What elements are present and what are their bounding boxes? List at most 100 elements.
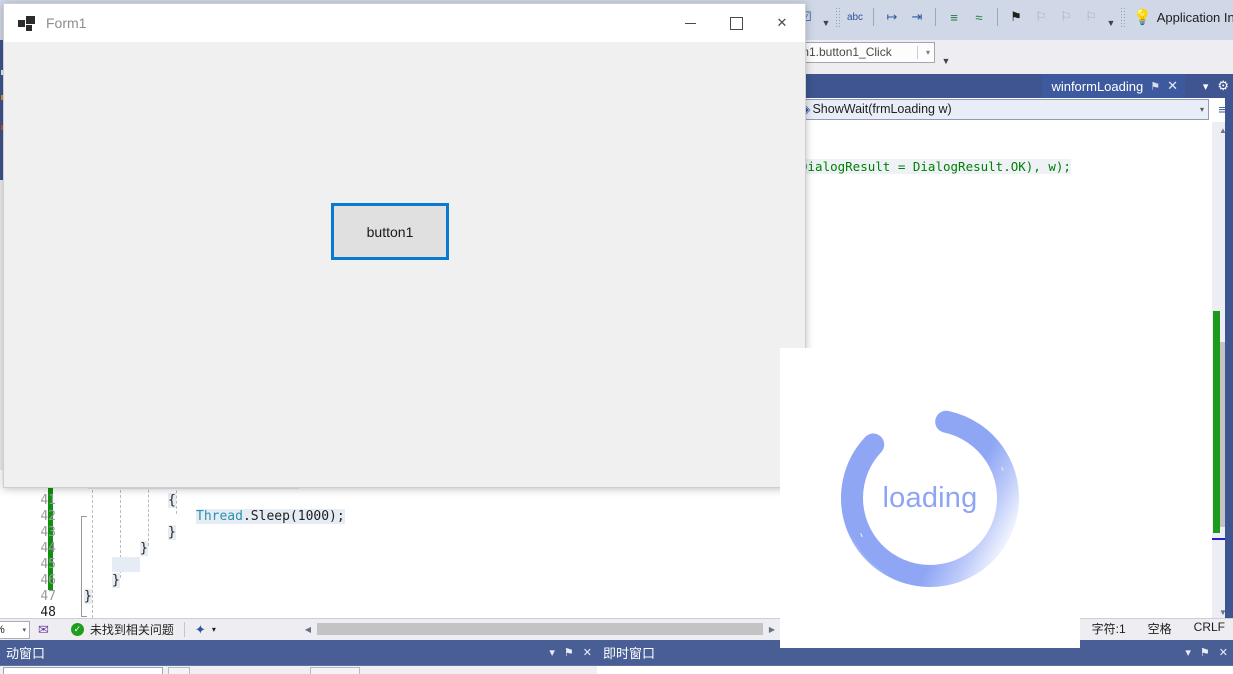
method-dropdown[interactable]: ◈ ShowWait(frmLoading w) ▾ [799,98,1209,120]
issues-status-label: 未找到相关问题 [89,623,174,637]
chevron-down-icon[interactable]: ▾ [22,626,26,634]
toolbar-icon-group: ☑ ▼ abc ↦ ⇥ ≡ ≈ ⚑ ⚐ ⚐ ⚐ ▼ 💡 Application … [795,3,1233,31]
code-cleanup-button[interactable]: ✦ ▾ [195,622,216,638]
autos-search-combo[interactable] [3,667,163,674]
clear-bookmarks-icon[interactable]: ⚐ [1080,6,1102,28]
close-button[interactable]: ✕ [759,4,805,42]
lightbulb-icon: 💡 [1133,9,1152,26]
button1[interactable]: button1 [331,203,449,260]
toolbar-separator [935,8,936,26]
form1-title-text: Form1 [46,15,87,31]
immediate-window-body[interactable] [597,665,1233,674]
chevron-down-icon[interactable]: ▾ [1185,646,1191,659]
scroll-left-icon[interactable]: ◀ [300,625,316,634]
navbar-overflow-icon[interactable]: ▼ [940,44,952,66]
issues-status[interactable]: ✓ 未找到相关问题 [70,621,174,638]
application-insights-button[interactable]: 💡 Application Insights ▾ [1133,8,1233,26]
pin-icon[interactable]: ⚑ [1200,646,1210,659]
form1-client-area: button1 [4,42,805,487]
toolbar-separator [997,8,998,26]
close-icon[interactable]: ✕ [583,646,592,659]
scrollbar-change-marker [1213,311,1220,533]
line-ending-label: CRLF [1193,620,1225,634]
loading-spinner: loading [830,398,1030,598]
tabstrip-controls: ▾ ⚙ [1203,74,1229,98]
format-document-icon[interactable]: ≡ [943,6,965,28]
chevron-down-icon[interactable]: ▾ [1200,105,1204,114]
code-line-43: } [168,525,176,540]
scroll-right-icon[interactable]: ▶ [764,625,780,634]
char-position-label: 字符:1 [1091,622,1126,636]
code-line-visible: DialogResult = DialogResult.OK), w); [800,159,1071,174]
close-icon[interactable]: ✕ [1219,646,1228,659]
toolbar-grip[interactable] [835,7,841,27]
chevron-down-icon[interactable]: ▾ [549,646,555,659]
docked-window-edge [1225,98,1233,621]
feedback-icon[interactable]: ✉ [38,622,49,638]
loading-overlay-window: loading [780,348,1080,648]
minimize-button[interactable] [667,4,713,42]
indent-guide [148,480,149,546]
spellcheck-icon[interactable]: abc [844,6,866,28]
pin-icon[interactable]: ⚑ [564,646,574,659]
autos-window-titlebar[interactable]: 动窗口 ▾ ⚑ ✕ [0,640,597,665]
increase-indent-icon[interactable]: ⇥ [906,6,928,28]
fold-tick [81,516,87,517]
loading-label: loading [882,481,978,514]
decrease-indent-icon[interactable]: ↦ [881,6,903,28]
navigation-bar: m1.button1_Click ▾ [795,40,955,64]
line-number: 47 [40,589,56,604]
toolbar-overflow-icon[interactable]: ▼ [820,6,832,28]
line-number: 41 [40,493,56,508]
next-bookmark-icon[interactable]: ⚐ [1055,6,1077,28]
code-token-rest: .Sleep(1000); [242,509,345,524]
form1-titlebar[interactable]: Form1 ✕ [4,4,805,42]
pin-icon[interactable]: ⚑ [1150,80,1160,93]
toolbar-separator [873,8,874,26]
indentation-label: 空格 [1147,622,1172,636]
code-line-41: { [168,493,176,508]
gear-icon[interactable]: ⚙ [1217,78,1229,94]
toolbar-overflow-icon-2[interactable]: ▼ [1105,6,1117,28]
toolbar-grip-2[interactable] [1120,7,1126,27]
chevron-down-icon[interactable]: ▾ [926,48,930,57]
outlining-column[interactable] [76,478,88,618]
code-line-42: Thread.Sleep(1000); [196,509,345,524]
close-icon[interactable]: ✕ [1167,78,1178,94]
code-pane-navbar: ◈ ShowWait(frmLoading w) ▾ ≡ [796,98,1233,120]
editor-status-right: 字符:1 空格 CRLF [1092,620,1225,637]
autos-toolbar-button[interactable] [168,667,190,674]
line-number: 46 [40,573,56,588]
line-number: 45 [40,557,56,572]
autos-window-controls: ▾ ⚑ ✕ [549,646,592,659]
autos-window-title: 动窗口 [6,646,46,661]
member-dropdown[interactable]: m1.button1_Click ▾ [795,41,935,63]
fold-bracket [81,516,82,616]
zoom-level-combo[interactable]: % ▾ [0,620,30,639]
fold-tick [81,616,87,617]
application-insights-label: Application Insights [1156,9,1233,25]
line-number: 44 [40,541,56,556]
status-separator [183,622,185,637]
tab-list-dropdown-icon[interactable]: ▾ [1203,80,1209,93]
application-window: ☑ ▼ abc ↦ ⇥ ≡ ≈ ⚑ ⚐ ⚐ ⚐ ▼ 💡 Application … [0,0,1233,674]
autos-column-header[interactable] [310,667,360,674]
form1-window[interactable]: Form1 ✕ button1 [3,3,806,488]
form-app-icon [18,15,35,31]
toggle-bookmark-icon[interactable]: ⚑ [1005,6,1027,28]
check-circle-icon: ✓ [70,623,84,636]
editor-horizontal-scrollbar[interactable]: ◀ ▶ [300,621,780,637]
tab-winformloading[interactable]: winformLoading ⚑ ✕ [1042,74,1185,98]
maximize-button[interactable] [713,4,759,42]
tab-label: winformLoading [1051,78,1144,94]
line-number: 42 [40,509,56,524]
code-line-46: } [112,573,120,588]
code-token-type: Thread [196,509,243,524]
document-tabstrip: winformLoading ⚑ ✕ ▾ ⚙ [795,74,1233,98]
form1-window-buttons: ✕ [667,4,805,42]
chevron-down-icon[interactable]: ▾ [212,625,216,634]
hscrollbar-thumb[interactable] [317,623,763,635]
format-selection-icon[interactable]: ≈ [968,6,990,28]
immediate-window-controls: ▾ ⚑ ✕ [1185,646,1228,659]
previous-bookmark-icon[interactable]: ⚐ [1030,6,1052,28]
